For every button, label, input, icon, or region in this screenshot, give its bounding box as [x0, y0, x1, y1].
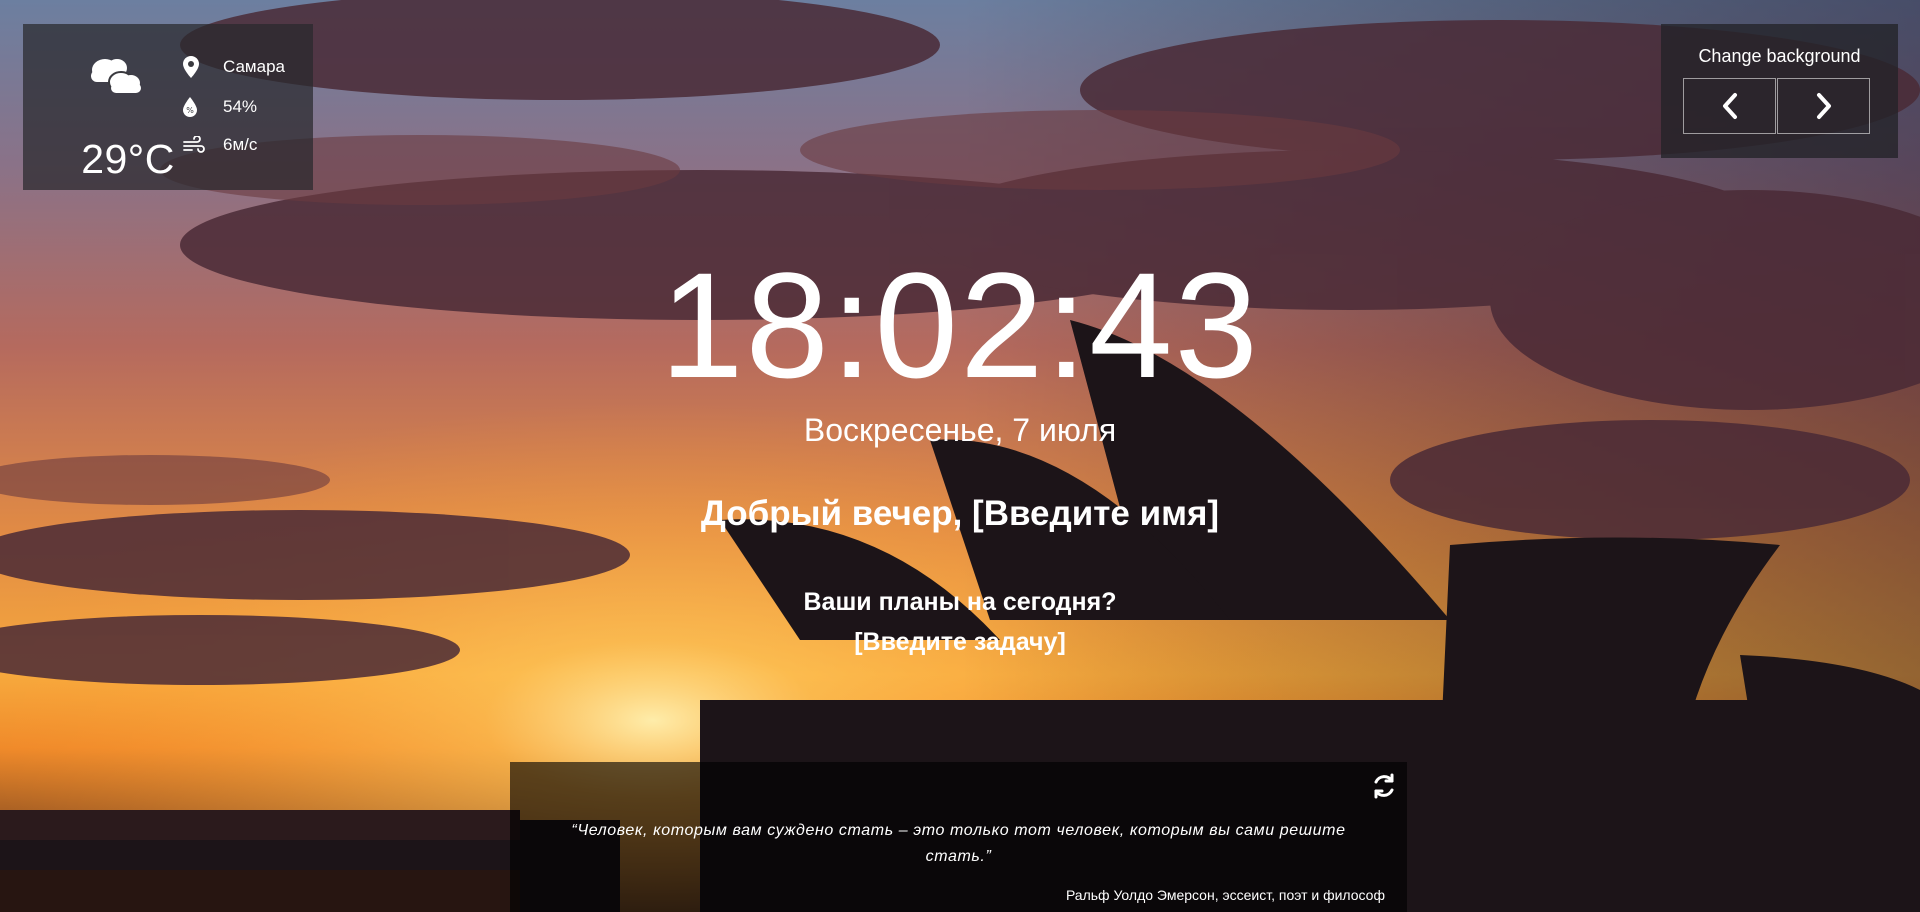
- chevron-right-icon: [1816, 93, 1831, 119]
- next-background-button[interactable]: [1777, 78, 1870, 134]
- change-background-panel: Change background: [1661, 24, 1898, 158]
- cloudy-icon: [83, 54, 143, 101]
- humidity-icon: %: [183, 96, 209, 118]
- temperature: 29°C: [81, 136, 175, 182]
- quote-panel: “Человек, которым вам суждено стать – эт…: [510, 762, 1407, 912]
- clock-time: 18:02:43: [660, 241, 1260, 409]
- quote-text: “Человек, которым вам суждено стать – эт…: [571, 822, 1346, 865]
- greeting[interactable]: Добрый вечер, [Введите имя]: [0, 494, 1920, 534]
- focus-question: Ваши планы на сегодня?: [803, 588, 1117, 616]
- wind-icon: [183, 134, 209, 156]
- location-pin-icon: [183, 56, 209, 78]
- prev-background-button[interactable]: [1683, 78, 1776, 134]
- weather-panel: 29°C Самара % 54% 6м/с: [23, 24, 313, 190]
- wind-value: 6м/с: [223, 135, 258, 154]
- clock-date: Воскресенье, 7 июля: [803, 412, 1117, 448]
- humidity-value: 54%: [223, 97, 258, 116]
- location-row: Самара: [183, 56, 285, 78]
- refresh-icon[interactable]: [1370, 772, 1398, 805]
- focus-task-input[interactable]: [Введите задачу]: [0, 628, 1920, 657]
- change-background-title: Change background: [1698, 46, 1861, 66]
- quote-author: Ральф Уолдо Эмерсон, эссеист, поэт и фил…: [1065, 887, 1385, 903]
- chevron-left-icon: [1722, 93, 1737, 119]
- wind-row: 6м/с: [183, 134, 257, 156]
- city: Самара: [223, 57, 285, 76]
- svg-text:%: %: [186, 106, 194, 115]
- humidity-row: % 54%: [183, 96, 257, 118]
